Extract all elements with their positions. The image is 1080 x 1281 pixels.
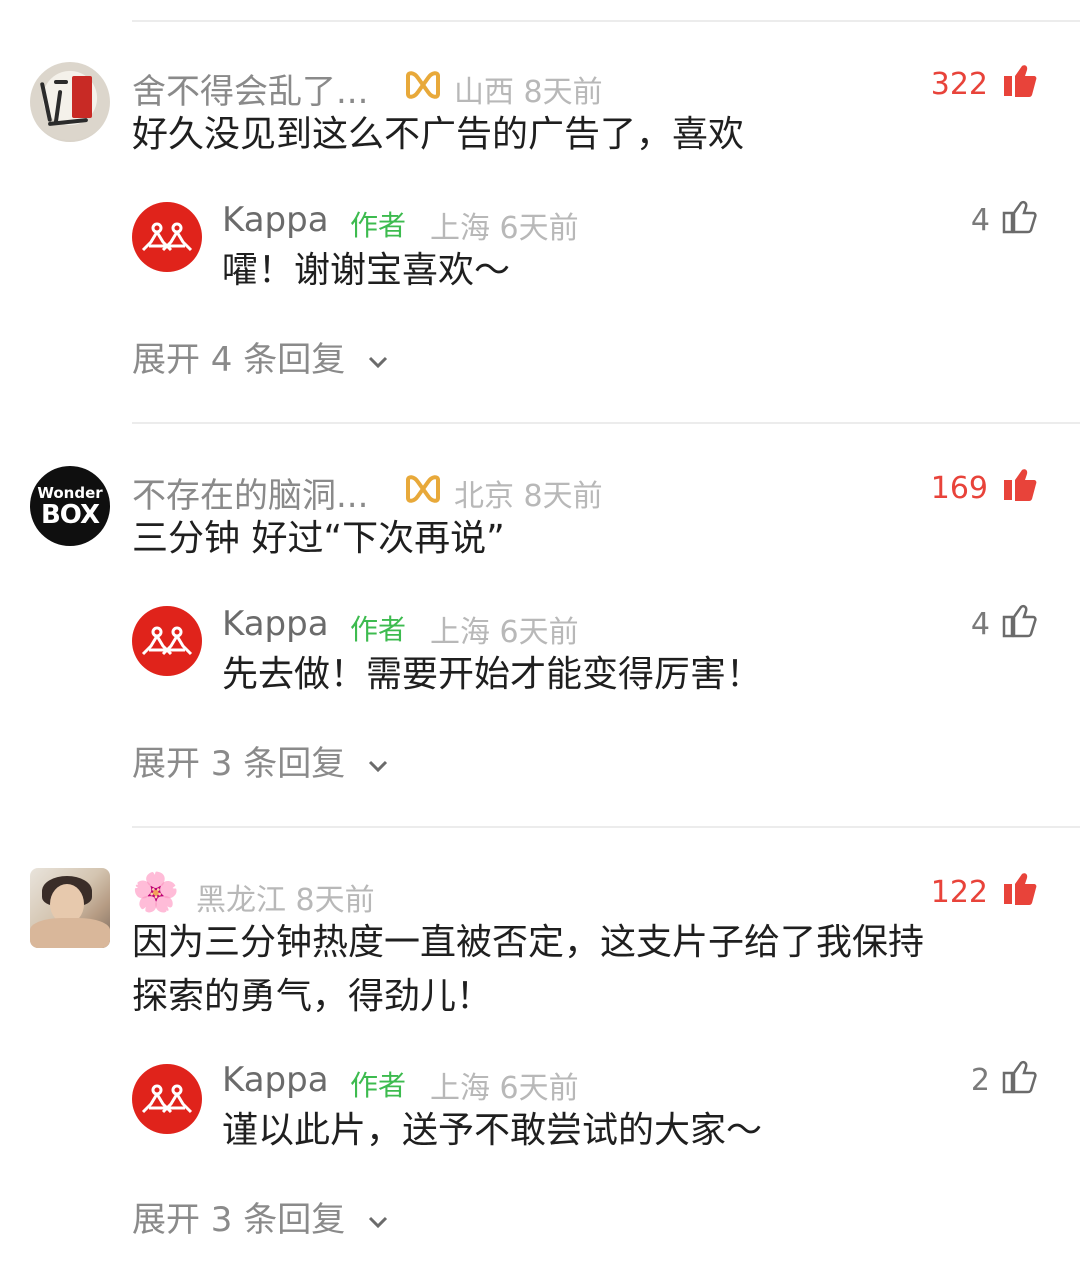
expand-replies-label: 展开 4 条回复 <box>132 340 346 380</box>
avatar[interactable] <box>30 868 110 948</box>
divider <box>132 422 1080 424</box>
expand-replies-label: 展开 3 条回复 <box>132 1200 346 1240</box>
comment-username[interactable]: 🌸 <box>132 870 179 915</box>
reply-time: 6天前 <box>499 1071 579 1106</box>
kappa-avatar[interactable] <box>132 1064 202 1134</box>
reply-text: 谨以此片，送予不敢尝试的大家～ <box>222 1110 763 1151</box>
reply-like-count: 2 <box>970 1063 990 1098</box>
comment-username[interactable]: 舍不得会乱了... <box>132 64 368 113</box>
reply-like-count: 4 <box>970 203 990 238</box>
author-tag: 作者 <box>350 209 407 242</box>
chevron-down-icon <box>369 1216 388 1228</box>
expand-replies-button[interactable]: 展开 3 条回复 <box>132 1192 390 1241</box>
reply-text: 先去做！需要开始才能变得厉害！ <box>222 654 763 695</box>
comment-text: 三分钟 好过“下次再说” <box>132 518 505 559</box>
like-count: 122 <box>930 875 988 910</box>
kappa-logo-icon <box>141 626 193 656</box>
thumbs-up-outline-icon[interactable] <box>1002 200 1038 234</box>
reply-location: 上海 <box>430 211 490 246</box>
comment-username[interactable]: 不存在的脑洞... <box>132 468 368 517</box>
kappa-avatar[interactable] <box>132 606 202 676</box>
comment-time: 8天前 <box>523 479 603 514</box>
thumbs-up-filled-icon[interactable] <box>1002 872 1038 906</box>
reply-time: 6天前 <box>499 211 579 246</box>
reply-username[interactable]: Kappa <box>222 200 329 240</box>
author-tag: 作者 <box>350 613 407 646</box>
comment-location: 黑龙江 <box>196 883 286 918</box>
comment-text-line: 探索的勇气，得劲儿！ <box>132 976 493 1017</box>
kappa-logo-icon <box>141 1084 193 1114</box>
reply-time: 6天前 <box>499 615 579 650</box>
divider <box>132 20 1080 22</box>
comment-location: 北京 <box>454 479 514 514</box>
like-count: 322 <box>930 67 988 102</box>
thumbs-up-filled-icon[interactable] <box>1002 468 1038 502</box>
chevron-down-icon <box>369 356 388 368</box>
gold-infinity-icon <box>406 475 440 503</box>
reply-username[interactable]: Kappa <box>222 604 329 644</box>
comment-time: 8天前 <box>295 883 375 918</box>
reply-like-count: 4 <box>970 607 990 642</box>
expand-replies-button[interactable]: 展开 4 条回复 <box>132 332 390 381</box>
thumbs-up-outline-icon[interactable] <box>1002 604 1038 638</box>
reply-text: 嚯！谢谢宝喜欢～ <box>222 250 511 291</box>
comment-time: 8天前 <box>523 75 603 110</box>
gold-infinity-icon <box>406 71 440 99</box>
thumbs-up-filled-icon[interactable] <box>1002 64 1038 98</box>
kappa-logo-icon <box>141 222 193 252</box>
like-count: 169 <box>930 471 988 506</box>
expand-replies-button[interactable]: 展开 3 条回复 <box>132 736 390 785</box>
divider <box>132 826 1080 828</box>
reply-username[interactable]: Kappa <box>222 1060 329 1100</box>
comment-location: 山西 <box>454 75 514 110</box>
comment-text-line: 因为三分钟热度一直被否定，这支片子给了我保持 <box>132 922 925 963</box>
reply-location: 上海 <box>430 615 490 650</box>
expand-replies-label: 展开 3 条回复 <box>132 744 346 784</box>
avatar[interactable] <box>30 62 110 142</box>
thumbs-up-outline-icon[interactable] <box>1002 1060 1038 1094</box>
avatar[interactable]: Wonder BOX <box>30 466 110 546</box>
avatar-text: BOX <box>40 500 100 530</box>
comment-text: 好久没见到这么不广告的广告了，喜欢 <box>132 114 745 155</box>
author-tag: 作者 <box>350 1069 407 1102</box>
kappa-avatar[interactable] <box>132 202 202 272</box>
chevron-down-icon <box>369 760 388 772</box>
reply-location: 上海 <box>430 1071 490 1106</box>
